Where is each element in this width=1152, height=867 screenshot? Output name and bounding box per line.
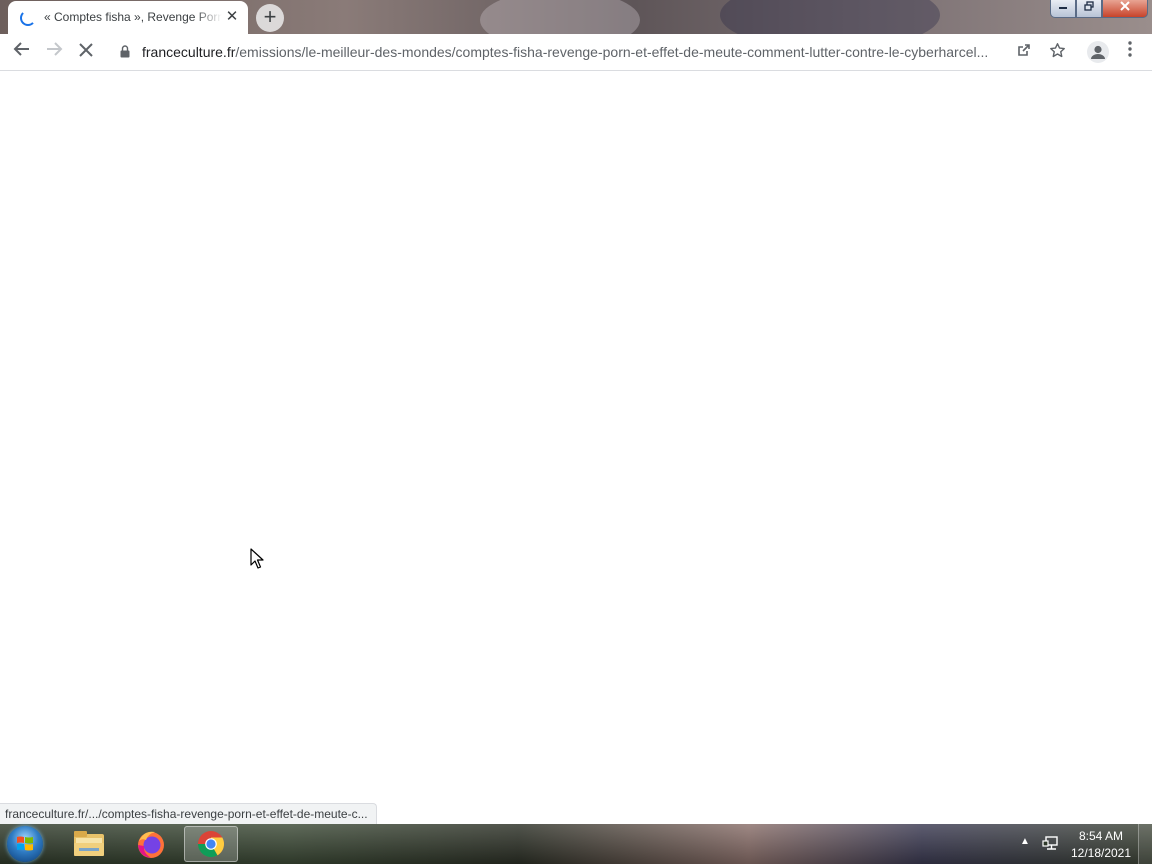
back-button[interactable] [10,40,34,64]
arrow-left-icon [13,42,29,56]
lock-icon[interactable] [120,45,130,58]
window-controls [1050,0,1148,20]
start-button[interactable] [7,826,43,862]
taskbar-app-explorer[interactable] [62,826,116,862]
show-hidden-icons-button[interactable]: ▲ [1020,836,1030,847]
network-icon[interactable] [1042,834,1060,852]
taskbar-app-firefox[interactable] [124,826,178,862]
arrow-right-icon [47,42,63,56]
address-bar[interactable]: franceculture.fr/emissions/le-meilleur-d… [108,37,1076,67]
person-icon [1091,45,1105,59]
minimize-icon [1059,7,1067,9]
taskbar-app-chrome[interactable] [184,826,238,862]
browser-toolbar: franceculture.fr/emissions/le-meilleur-d… [0,34,1152,71]
url-text[interactable]: franceculture.fr/emissions/le-meilleur-d… [142,44,1008,62]
clock-date: 12/18/2021 [1070,846,1132,860]
share-icon [1018,44,1030,56]
title-bar: « Comptes fisha », Revenge Porn et effet… [0,0,1152,34]
new-tab-button[interactable]: + [256,4,284,32]
tab-title: « Comptes fisha », Revenge Porn et effet… [44,10,222,24]
stop-loading-button[interactable] [74,40,98,64]
tab-active[interactable]: « Comptes fisha », Revenge Porn et effet… [8,1,248,34]
mouse-cursor-icon [250,548,264,569]
tab-close-icon[interactable]: ✕ [224,9,240,25]
kebab-menu-icon [1128,41,1132,57]
maximize-button[interactable] [1076,0,1102,18]
share-button[interactable] [1014,42,1034,62]
wallpaper-blur [720,0,940,34]
star-icon [1049,43,1065,58]
wallpaper-blur [480,0,640,34]
close-window-button[interactable] [1102,0,1148,18]
taskbar [0,824,1152,864]
browser-menu-button[interactable] [1120,41,1140,63]
system-clock[interactable]: 8:54 AM 12/18/2021 [1066,828,1136,862]
status-bubble: franceculture.fr/.../comptes-fisha-reven… [0,803,377,825]
chrome-icon [197,831,225,858]
bookmark-button[interactable] [1047,42,1067,62]
profile-button[interactable] [1087,41,1109,63]
close-icon [1120,1,1130,11]
loading-spinner-icon [20,10,36,26]
forward-button[interactable] [42,40,66,64]
restore-icon [1084,1,1094,11]
firefox-icon [138,831,164,858]
clock-time: 8:54 AM [1078,829,1124,843]
minimize-button[interactable] [1050,0,1076,18]
windows-logo-icon [17,836,33,851]
close-icon [79,43,93,57]
show-desktop-button[interactable] [1138,824,1152,864]
folder-icon [74,831,104,856]
page-content [0,71,1152,824]
url-path: /emissions/le-meilleur-des-mondes/compte… [235,44,989,60]
url-host: franceculture.fr [142,44,236,60]
